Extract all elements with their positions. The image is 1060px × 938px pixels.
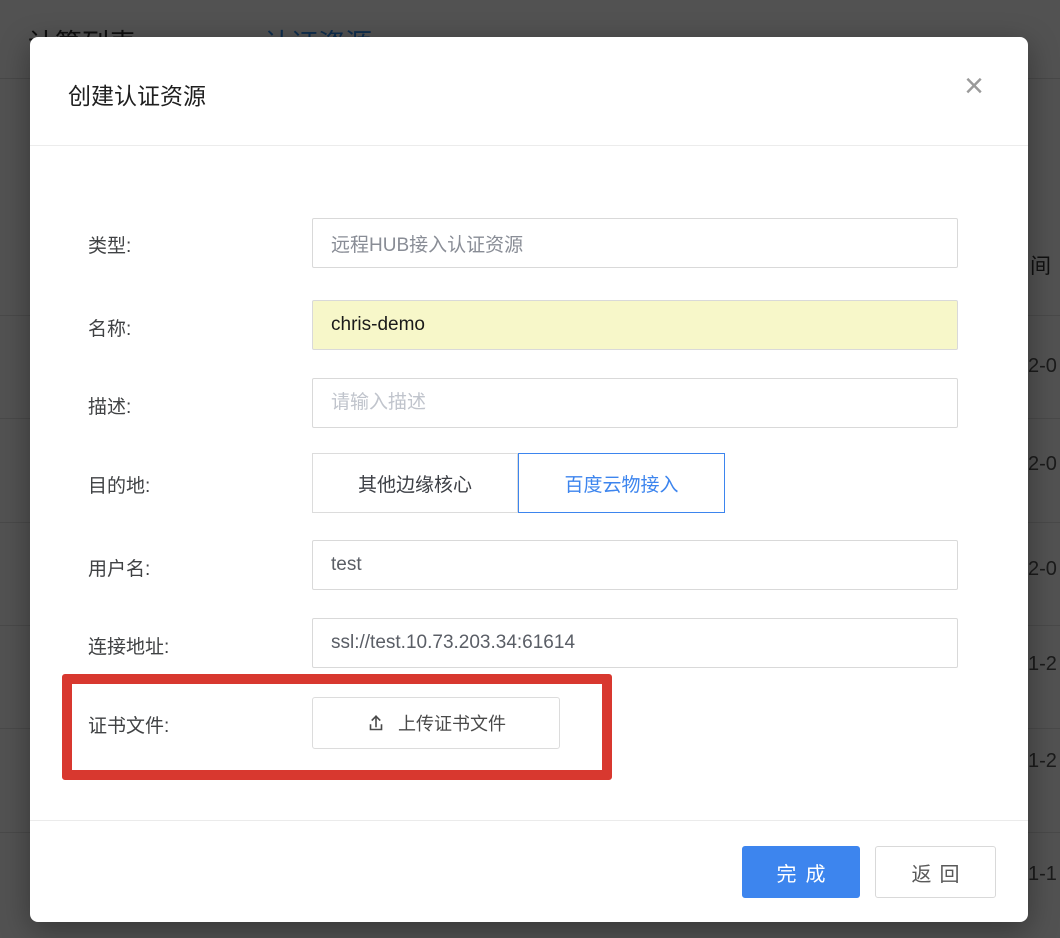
create-auth-resource-dialog: 创建认证资源 × 类型: 名称: 描述: 目的地: 其他边缘核心 百度云物接入 … bbox=[30, 37, 1028, 922]
close-icon[interactable]: × bbox=[964, 69, 984, 103]
type-label: 类型: bbox=[88, 231, 298, 258]
destination-label: 目的地: bbox=[88, 471, 298, 498]
confirm-button[interactable]: 完成 bbox=[742, 846, 860, 898]
dialog-title: 创建认证资源 bbox=[68, 77, 206, 111]
footer-divider bbox=[30, 820, 1028, 821]
screen: 计算列表 认证资源 间 2-0 2-0 2-0 1-2 1-2 1-1 创建认证… bbox=[0, 0, 1060, 938]
name-field[interactable] bbox=[312, 300, 958, 350]
destination-option-other-edge-core[interactable]: 其他边缘核心 bbox=[312, 453, 518, 513]
type-field[interactable] bbox=[312, 218, 958, 268]
description-label: 描述: bbox=[88, 392, 298, 419]
address-field[interactable] bbox=[312, 618, 958, 668]
destination-option-baidu-iot[interactable]: 百度云物接入 bbox=[518, 453, 725, 513]
certificate-label: 证书文件: bbox=[88, 711, 298, 738]
description-field[interactable] bbox=[312, 378, 958, 428]
name-label: 名称: bbox=[88, 314, 298, 341]
username-field[interactable] bbox=[312, 540, 958, 590]
upload-icon bbox=[366, 713, 386, 733]
back-button[interactable]: 返回 bbox=[875, 846, 996, 898]
address-label: 连接地址: bbox=[88, 632, 298, 659]
upload-certificate-label: 上传证书文件 bbox=[398, 710, 506, 736]
username-label: 用户名: bbox=[88, 554, 298, 581]
dialog-header: 创建认证资源 × bbox=[30, 37, 1028, 146]
upload-certificate-button[interactable]: 上传证书文件 bbox=[312, 697, 560, 749]
